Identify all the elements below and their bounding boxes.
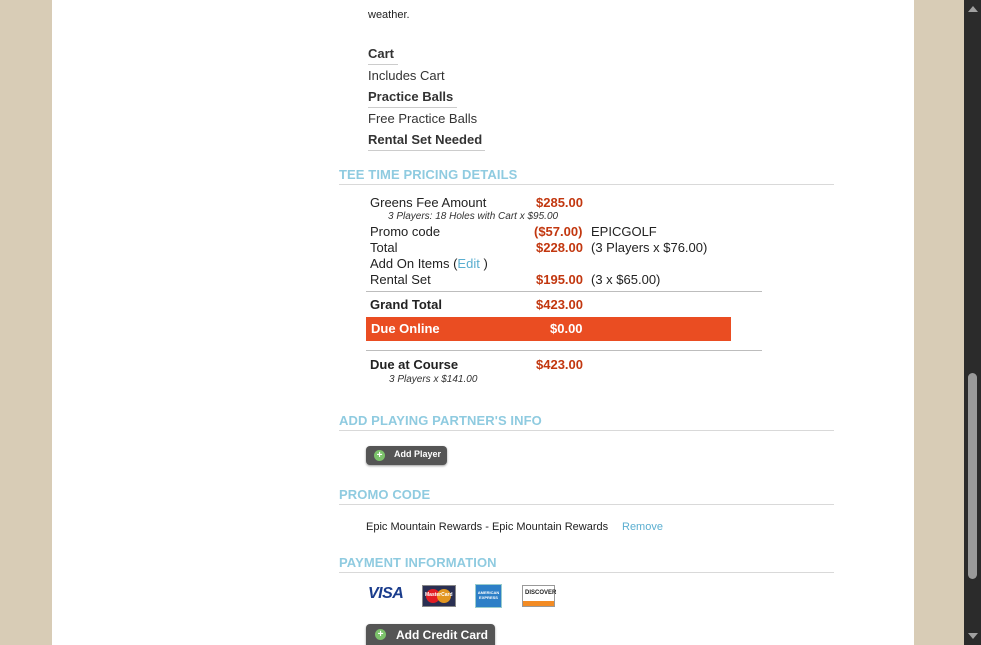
visa-card-icon: VISA: [368, 585, 410, 605]
checkout-page: weather. Cart Includes Cart Practice Bal…: [52, 0, 914, 645]
visa-card-label: VISA: [368, 585, 404, 602]
option-rental-set-heading: Rental Set Needed: [368, 132, 485, 151]
grand-total-label: Grand Total: [370, 297, 442, 312]
plus-icon: +: [375, 629, 386, 640]
discover-label: DISCOVER: [525, 590, 557, 596]
mastercard-card-icon: MasterCard: [422, 585, 456, 607]
due-online-amount: $0.00: [550, 321, 583, 336]
plus-icon: +: [374, 450, 385, 461]
rental-set-detail: (3 x $65.00): [591, 272, 661, 287]
scroll-down-arrow-icon[interactable]: [968, 633, 978, 639]
promo-code-amount: ($57.00): [534, 224, 583, 239]
add-player-button[interactable]: + Add Player: [366, 446, 447, 465]
discover-card-icon: DISCOVER: [522, 585, 557, 607]
add-on-items-close: ): [479, 256, 488, 271]
greens-fee-label: Greens Fee Amount: [370, 195, 487, 210]
amex-label: AMERICAN EXPRESS: [477, 590, 500, 600]
remove-promo-link[interactable]: Remove: [622, 521, 663, 533]
total-detail: (3 Players x $76.00): [591, 240, 708, 255]
option-cart-heading: Cart: [368, 46, 398, 65]
due-at-course-amount: $423.00: [536, 357, 583, 372]
due-at-course-label: Due at Course: [370, 357, 459, 372]
intro-text: weather.: [368, 9, 410, 21]
add-credit-card-label: Add Credit Card: [396, 628, 489, 642]
grand-total-amount: $423.00: [536, 297, 583, 312]
edit-add-ons-link[interactable]: Edit: [457, 256, 479, 271]
promo-code-value: EPICGOLF: [591, 224, 657, 239]
rental-set-label: Rental Set: [370, 272, 431, 287]
greens-fee-amount: $285.00: [536, 195, 583, 210]
divider: [366, 350, 762, 351]
option-cart-value: Includes Cart: [368, 68, 445, 83]
add-on-items-label: Add On Items (: [370, 256, 458, 271]
option-practice-balls-heading: Practice Balls: [368, 89, 457, 108]
divider: [366, 291, 762, 292]
due-online-label: Due Online: [371, 321, 440, 336]
promo-section-title: PROMO CODE: [339, 487, 834, 505]
option-practice-balls-value: Free Practice Balls: [368, 111, 478, 126]
total-amount: $228.00: [536, 240, 583, 255]
payment-section-title: PAYMENT INFORMATION: [339, 555, 834, 573]
due-at-course-detail: 3 Players x $141.00: [389, 374, 478, 385]
scroll-up-arrow-icon[interactable]: [968, 6, 978, 12]
amex-card-icon: AMERICAN EXPRESS: [475, 584, 502, 608]
total-label: Total: [370, 240, 398, 255]
promo-code-label: Promo code: [370, 224, 441, 239]
add-credit-card-button[interactable]: + Add Credit Card: [366, 624, 495, 645]
promo-applied-text: Epic Mountain Rewards - Epic Mountain Re…: [366, 521, 609, 533]
partners-section-title: ADD PLAYING PARTNER'S INFO: [339, 413, 834, 431]
discover-stripe: [523, 601, 554, 606]
greens-fee-detail: 3 Players: 18 Holes with Cart x $95.00: [388, 211, 559, 222]
rental-set-amount: $195.00: [536, 272, 583, 287]
pricing-section-title: TEE TIME PRICING DETAILS: [339, 167, 834, 185]
mastercard-label: MasterCard: [425, 592, 453, 598]
due-online-bar: Due Online $0.00: [366, 317, 731, 341]
scrollbar-thumb[interactable]: [968, 373, 977, 579]
add-on-items-row: Add On Items (Edit ): [370, 256, 488, 271]
vertical-scrollbar[interactable]: [964, 0, 981, 645]
add-player-label: Add Player: [394, 449, 442, 459]
